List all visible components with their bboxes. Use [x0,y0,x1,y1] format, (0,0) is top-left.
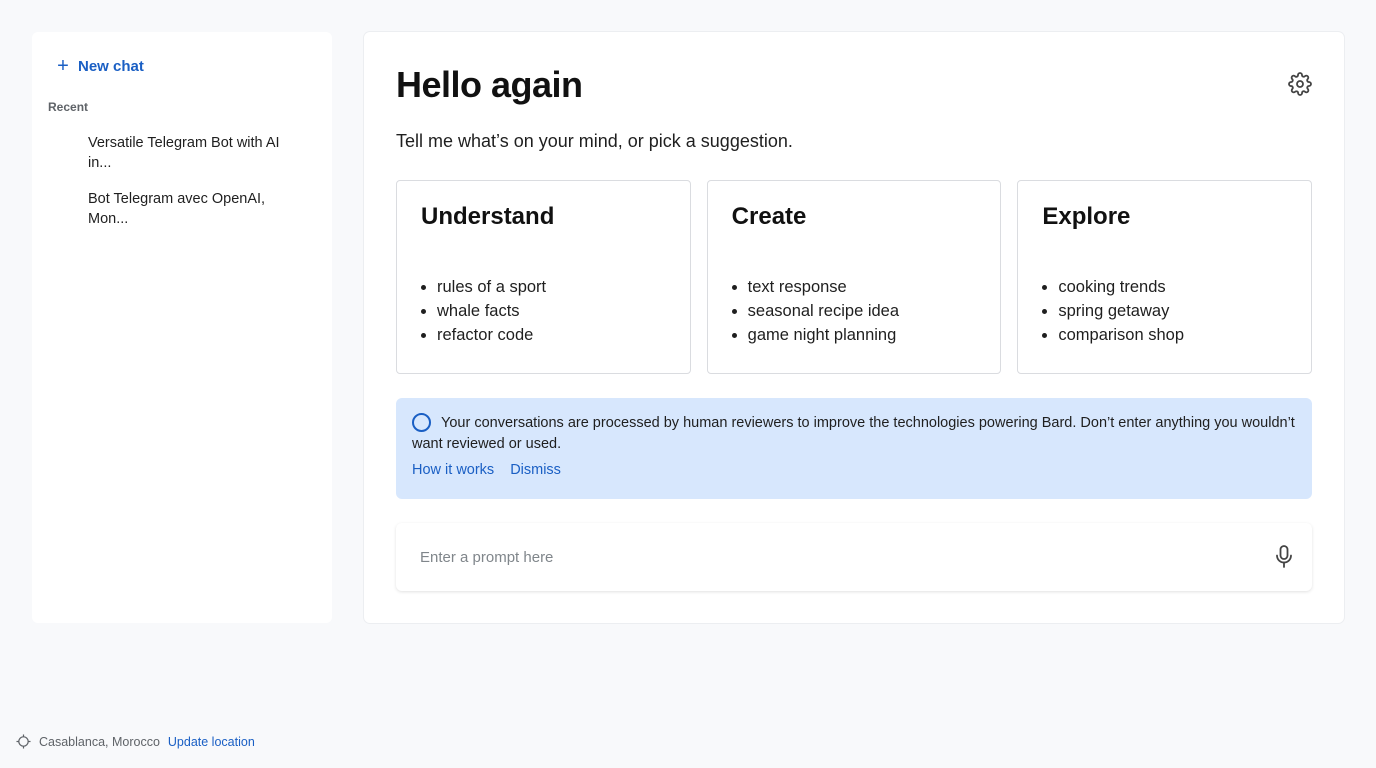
notice-text: Your conversations are processed by huma… [412,415,1295,452]
prompt-input[interactable] [420,545,1240,569]
suggestion-item[interactable]: whale facts [437,299,666,323]
suggestion-item[interactable]: refactor code [437,323,666,347]
suggestion-item[interactable]: comparison shop [1058,323,1287,347]
page-title: Hello again [396,64,583,105]
suggestion-card-explore: Explore cooking trends spring getaway co… [1017,180,1313,374]
suggestion-item[interactable]: cooking trends [1058,275,1287,299]
card-title: Understand [421,203,555,230]
update-location-link[interactable]: Update location [168,735,255,749]
card-title: Explore [1042,203,1131,230]
how-it-works-link[interactable]: How it works [412,462,494,478]
card-title: Create [731,203,807,230]
page-subtitle: Tell me what’s on your mind, or pick a s… [396,131,793,151]
recent-list: Versatile Telegram Bot with AI in... Bot… [88,133,298,245]
gear-icon[interactable] [1288,72,1312,96]
suggestion-card-create: Create text response seasonal recipe ide… [706,180,1002,374]
circle-icon [412,413,431,432]
suggestion-item[interactable]: rules of a sport [437,275,666,299]
new-chat-button[interactable]: + New chat [56,56,144,76]
plus-icon: + [57,55,69,77]
sidebar: + New chat Recent Versatile Telegram Bot… [32,32,332,623]
recent-label: Recent [48,100,89,114]
privacy-notice: Your conversations are processed by huma… [396,398,1312,499]
new-chat-label: New chat [78,57,144,75]
crosshair-icon [16,734,31,749]
main-panel: Hello again Tell me what’s on your mind,… [364,32,1344,623]
recent-chat-item[interactable]: Bot Telegram avec OpenAI, Mon... [88,189,298,229]
recent-chat-item[interactable]: Versatile Telegram Bot with AI in... [88,133,298,173]
microphone-icon[interactable] [1272,544,1296,570]
suggestion-card-understand: Understand rules of a sport whale facts … [396,180,691,374]
suggestion-item[interactable]: spring getaway [1058,299,1287,323]
dismiss-button[interactable]: Dismiss [510,462,561,478]
suggestion-item[interactable]: seasonal recipe idea [748,299,977,323]
suggestion-item[interactable]: game night planning [748,323,977,347]
prompt-box [396,523,1312,591]
location-text: Casablanca, Morocco [39,734,160,749]
location-footer: Casablanca, Morocco Update location [16,734,255,749]
suggestion-cards: Understand rules of a sport whale facts … [396,180,1313,374]
suggestion-item[interactable]: text response [748,275,977,299]
